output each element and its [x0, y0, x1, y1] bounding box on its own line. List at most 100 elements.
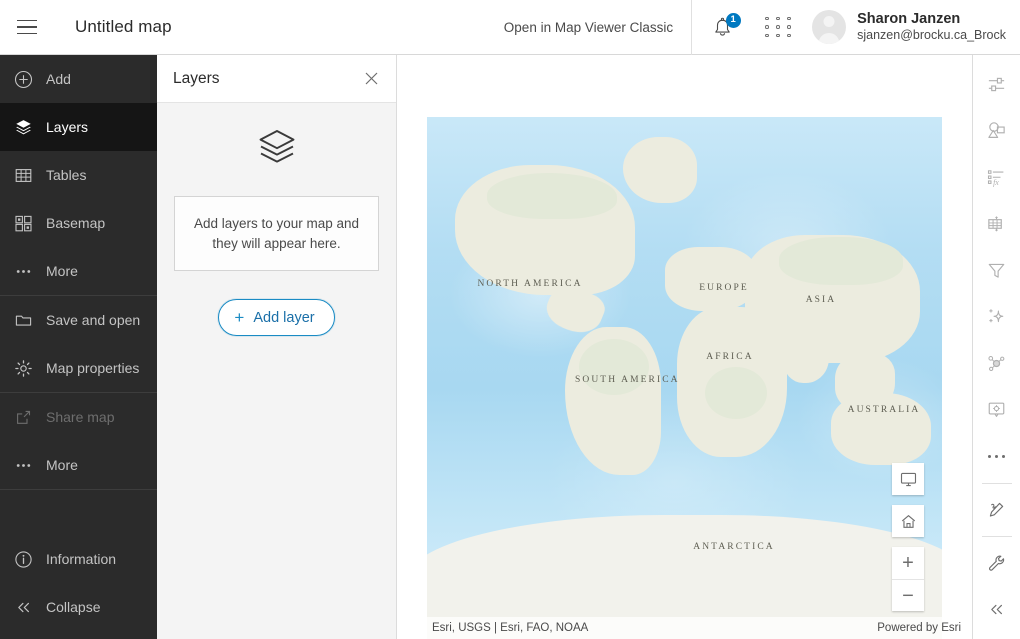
- ellipsis-icon: [987, 454, 1006, 458]
- panel-title: Layers: [173, 69, 220, 87]
- basemap-icon: [14, 214, 33, 233]
- popup-gear-icon: [988, 402, 1005, 418]
- toolbar-divider: [981, 482, 1012, 484]
- aggregation-icon: [988, 355, 1005, 371]
- avatar[interactable]: [812, 10, 847, 44]
- zoom-in-button[interactable]: +: [892, 547, 924, 579]
- pencil-sketch-icon: [989, 503, 1004, 517]
- sidebar-item-more-share[interactable]: More: [0, 441, 157, 489]
- properties-tool[interactable]: [973, 61, 1020, 108]
- add-layer-button[interactable]: + Add layer: [218, 299, 335, 337]
- sidebar-item-label: Add: [46, 71, 71, 87]
- sidebar-item-label: More: [46, 263, 78, 279]
- sidebar-item-tables[interactable]: Tables: [0, 151, 157, 199]
- sidebar-item-label: Map properties: [46, 360, 140, 376]
- sidebar-group-project: Save and open Map properties: [0, 296, 157, 393]
- ellipsis-icon: [14, 262, 33, 281]
- notifications-button[interactable]: 1: [692, 0, 752, 55]
- add-layer-label: Add layer: [253, 309, 315, 326]
- sidebar-item-information[interactable]: Information: [0, 535, 157, 583]
- home-button[interactable]: [892, 505, 924, 537]
- map-stage[interactable]: NORTH AMERICA SOUTH AMERICA EUROPE AFRIC…: [397, 55, 972, 639]
- sidebar-item-add[interactable]: Add: [0, 55, 157, 103]
- shapes-style-icon: [988, 122, 1005, 139]
- landmass-australia: [831, 393, 931, 465]
- double-chevron-left-icon: [14, 598, 33, 617]
- sidebar-group-share: Share map More: [0, 393, 157, 490]
- map-label: EUROPE: [699, 283, 749, 293]
- bell-icon: 1: [713, 12, 741, 38]
- home-icon: [901, 514, 915, 528]
- ellipsis-icon: [14, 456, 33, 475]
- sidebar-item-label: Collapse: [46, 599, 101, 615]
- info-circle-icon: [14, 550, 33, 569]
- sidebar-item-label: Basemap: [46, 215, 106, 231]
- collapse-toolbar[interactable]: [973, 586, 1020, 633]
- share-icon: [14, 408, 33, 427]
- styles-tool[interactable]: [973, 108, 1020, 155]
- map-title[interactable]: Untitled map: [67, 13, 180, 41]
- svg-text:fx: fx: [993, 178, 999, 187]
- wrench-icon: [989, 555, 1005, 571]
- zoom-out-button[interactable]: −: [892, 579, 924, 611]
- user-email: sjanzen@brocku.ca_Brock: [857, 28, 1006, 43]
- sidebar-bottom-group: Information Collapse: [0, 535, 157, 639]
- table-icon: [14, 166, 33, 185]
- sidebar-item-label: Information: [46, 551, 117, 567]
- sidebar-item-share-map: Share map: [0, 393, 157, 441]
- zoom-controls: + −: [892, 547, 924, 611]
- popups-tool[interactable]: [973, 387, 1020, 434]
- map-attribution: Esri, USGS | Esri, FAO, NOAA Powered by …: [427, 617, 972, 639]
- more-tools[interactable]: [973, 433, 1020, 480]
- sparkle-effects-icon: [989, 309, 1004, 323]
- empty-layers-message: Add layers to your map and they will app…: [174, 196, 379, 272]
- map-label: AUSTRALIA: [847, 405, 921, 415]
- map-label: ASIA: [805, 295, 837, 305]
- sidebar-item-save-and-open[interactable]: Save and open: [0, 296, 157, 344]
- plus-icon: +: [902, 552, 914, 574]
- map-label: ANTARCTICA: [693, 542, 775, 552]
- landmass-india: [783, 333, 829, 383]
- sketch-tool[interactable]: [973, 486, 1020, 533]
- sidebar-item-layers[interactable]: Layers: [0, 103, 157, 151]
- labels-tool[interactable]: fx: [973, 154, 1020, 201]
- display-view-button[interactable]: [892, 463, 924, 495]
- app-grid-icon[interactable]: [752, 0, 806, 55]
- map-label: AFRICA: [706, 352, 754, 362]
- map-viewer-app: Untitled map Open in Map Viewer Classic …: [0, 0, 1020, 639]
- sidebar-item-map-properties[interactable]: Map properties: [0, 344, 157, 392]
- user-menu[interactable]: Sharon Janzen sjanzen@brocku.ca_Brock: [857, 10, 1020, 44]
- landmass-canada-forest: [487, 173, 617, 219]
- layers-icon: [14, 118, 33, 137]
- sidebar-item-label: Layers: [46, 119, 89, 135]
- sidebar-item-basemap[interactable]: Basemap: [0, 199, 157, 247]
- layers-panel-body: Add layers to your map and they will app…: [157, 103, 396, 639]
- filter-icon: [988, 263, 1005, 278]
- fields-tool[interactable]: [973, 201, 1020, 248]
- app-header: Untitled map Open in Map Viewer Classic …: [0, 0, 1020, 55]
- open-map-viewer-classic-link[interactable]: Open in Map Viewer Classic: [486, 20, 691, 35]
- settings-tool[interactable]: [973, 540, 1020, 587]
- sidebar-item-collapse[interactable]: Collapse: [0, 583, 157, 631]
- clustering-tool[interactable]: [973, 340, 1020, 387]
- double-chevron-left-icon: [991, 604, 1002, 615]
- toolbar-divider: [981, 535, 1012, 537]
- left-sidebar: Add Layers Tables Basemap More Save and …: [0, 55, 157, 639]
- app-body: Add Layers Tables Basemap More Save and …: [0, 55, 1020, 639]
- hamburger-icon[interactable]: [0, 0, 54, 55]
- map-canvas[interactable]: NORTH AMERICA SOUTH AMERICA EUROPE AFRIC…: [427, 117, 942, 639]
- filter-tool[interactable]: [973, 247, 1020, 294]
- layers-panel: Layers Add layers to your map and they w…: [157, 55, 397, 639]
- effects-tool[interactable]: [973, 294, 1020, 341]
- landmass-greenland: [623, 137, 697, 203]
- landmass-amazon-forest: [579, 339, 649, 395]
- layers-icon: [256, 127, 298, 174]
- user-name: Sharon Janzen: [857, 11, 961, 28]
- notification-badge: 1: [725, 12, 741, 28]
- sidebar-item-label: Share map: [46, 409, 115, 425]
- plus-icon: +: [234, 308, 245, 328]
- layers-panel-header: Layers: [157, 55, 396, 103]
- sidebar-item-more-content[interactable]: More: [0, 247, 157, 295]
- close-icon[interactable]: [360, 68, 382, 90]
- sidebar-item-label: Save and open: [46, 312, 141, 328]
